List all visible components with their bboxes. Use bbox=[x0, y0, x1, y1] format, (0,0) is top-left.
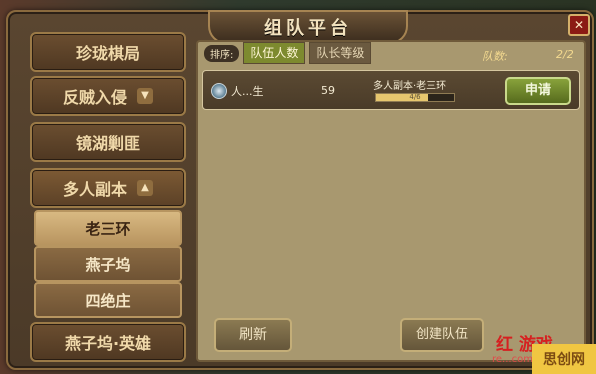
refresh-button[interactable]: 刷新 bbox=[214, 318, 292, 352]
close-button[interactable]: ✕ bbox=[568, 14, 590, 36]
subitem-yanziwu[interactable]: 燕子坞 bbox=[34, 246, 182, 282]
tab-leader-level[interactable]: 队长等级 bbox=[309, 42, 372, 64]
subitem-label: 老三环 bbox=[85, 219, 131, 238]
tab-team-size[interactable]: 队伍人数 bbox=[243, 42, 306, 64]
sidebar-item-label: 反贼入侵 bbox=[62, 88, 127, 107]
title-plate: 组队平台 bbox=[208, 10, 408, 44]
progress-label: 4/6 bbox=[409, 93, 421, 101]
sort-label: 排序: bbox=[204, 44, 240, 62]
team-count-label: 队数: bbox=[482, 50, 508, 63]
sidebar-item-multiplayer-dungeon[interactable]: 多人副本 ▲ bbox=[30, 168, 186, 208]
leader-name: 人...生 bbox=[231, 85, 264, 98]
team-row[interactable]: 人...生 59 多人副本·老三环 4/6 申请 bbox=[202, 70, 580, 110]
sidebar-item-rebel-invasion[interactable]: 反贼入侵 ▼ bbox=[30, 76, 186, 116]
subitem-laosanhuan[interactable]: 老三环 bbox=[34, 210, 182, 246]
chevron-up-icon: ▲ bbox=[137, 180, 153, 196]
close-icon: ✕ bbox=[573, 18, 585, 32]
dungeon-name: 多人副本·老三环 bbox=[373, 81, 447, 92]
sort-toolbar: 排序: 队伍人数 队长等级 bbox=[204, 42, 372, 64]
subitem-label: 燕子坞 bbox=[85, 255, 131, 274]
team-count-value: 2/2 bbox=[556, 48, 574, 61]
subitem-sijuezhuang[interactable]: 四绝庄 bbox=[34, 282, 182, 318]
window-title: 组队平台 bbox=[264, 18, 352, 39]
subitem-label: 四绝庄 bbox=[85, 291, 131, 310]
sidebar-item-zhenlong-chess[interactable]: 珍珑棋局 bbox=[30, 32, 186, 72]
sidebar-item-label: 多人副本 bbox=[62, 180, 127, 199]
sidebar-item-label: 燕子坞·英雄 bbox=[64, 334, 152, 353]
create-team-button[interactable]: 创建队伍 bbox=[400, 318, 484, 352]
team-size-progress: 4/6 bbox=[375, 93, 455, 102]
leader-emblem-icon bbox=[211, 83, 227, 99]
chevron-down-icon: ▼ bbox=[137, 88, 153, 104]
sidebar-item-jinghu-bandits[interactable]: 镜湖剿匪 bbox=[30, 122, 186, 162]
leader-level: 59 bbox=[321, 84, 335, 97]
sidebar-item-yanziwu-hero[interactable]: 燕子坞·英雄 bbox=[30, 322, 186, 362]
sidebar-item-label: 镜湖剿匪 bbox=[75, 134, 140, 153]
sidebar-item-label: 珍珑棋局 bbox=[75, 44, 140, 63]
apply-button[interactable]: 申请 bbox=[505, 77, 571, 105]
